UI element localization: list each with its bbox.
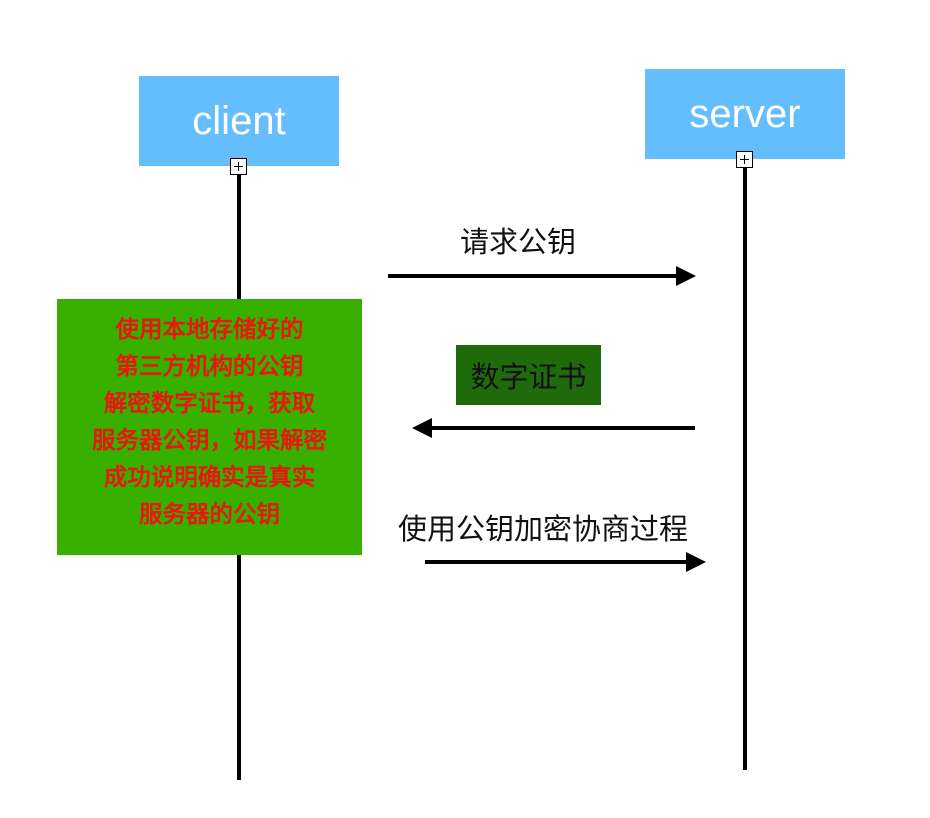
negotiate-arrow [425,552,706,572]
request-public-key-label: 请求公钥 [460,225,577,259]
note-line: 解密数字证书，获取 [103,389,316,417]
request-arrow [388,266,696,286]
note-line: 第三方机构的公钥 [115,352,304,380]
certificate-label: 数字证书 [470,360,587,394]
client-note: 使用本地存储好的 第三方机构的公钥 解密数字证书，获取 服务器公钥，如果解密 成… [57,299,362,555]
certificate-arrow [412,418,695,438]
note-line: 服务器的公钥 [139,500,280,528]
note-line: 成功说明确实是真实 [103,463,316,491]
note-line: 使用本地存储好的 [115,315,304,343]
certificate-box: 数字证书 [456,345,601,405]
negotiate-label: 使用公钥加密协商过程 [398,512,689,546]
note-line: 服务器公钥，如果解密 [92,426,327,454]
